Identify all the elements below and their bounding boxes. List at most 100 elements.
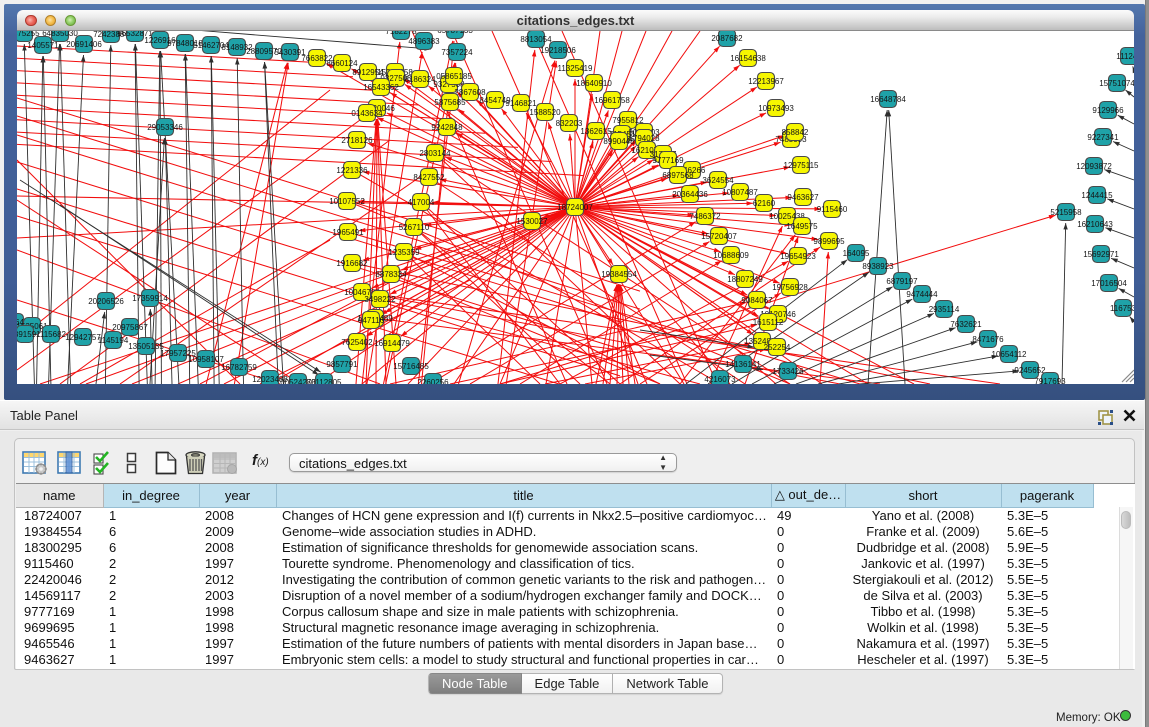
svg-text:7917693: 7917693 — [1034, 377, 1066, 384]
svg-text:1530027: 1530027 — [516, 217, 548, 226]
svg-text:29053346: 29053346 — [147, 123, 183, 132]
svg-text:15720407: 15720407 — [701, 232, 737, 241]
svg-text:832203: 832203 — [556, 119, 583, 128]
svg-text:15692971: 15692971 — [1083, 250, 1119, 259]
svg-text:8813054: 8813054 — [520, 35, 552, 44]
svg-text:1588520: 1588520 — [529, 108, 561, 117]
svg-text:1115682: 1115682 — [36, 330, 67, 339]
svg-text:17016504: 17016504 — [1091, 279, 1127, 288]
svg-text:8471676: 8471676 — [972, 335, 1004, 344]
svg-text:3498222: 3498222 — [364, 295, 396, 304]
svg-text:65787133: 65787133 — [437, 31, 473, 35]
svg-text:9084067: 9084067 — [741, 296, 773, 305]
svg-text:9146821: 9146821 — [505, 99, 537, 108]
svg-text:1916682: 1916682 — [336, 259, 368, 268]
svg-text:10958107: 10958107 — [188, 355, 224, 364]
svg-text:80112805: 80112805 — [307, 378, 343, 384]
svg-text:12213967: 12213967 — [748, 77, 784, 86]
svg-text:9242848: 9242848 — [431, 123, 463, 132]
svg-text:20691406: 20691406 — [66, 40, 102, 49]
svg-text:8660124: 8660124 — [326, 59, 358, 68]
svg-text:20975867: 20975867 — [112, 323, 148, 332]
svg-text:1221336: 1221336 — [336, 166, 368, 175]
svg-text:8878334: 8878334 — [375, 270, 407, 279]
svg-text:39159: 39159 — [17, 330, 37, 339]
svg-text:16648784: 16648784 — [870, 95, 906, 104]
svg-text:2935114: 2935114 — [929, 305, 960, 314]
svg-text:9463627: 9463627 — [787, 193, 819, 202]
svg-text:4896383: 4896383 — [408, 37, 440, 46]
svg-text:16543362: 16543362 — [363, 83, 399, 92]
svg-text:20364436: 20364436 — [672, 190, 708, 199]
svg-text:252254: 252254 — [764, 343, 791, 352]
svg-text:116753: 116753 — [1110, 304, 1134, 313]
svg-text:19654923: 19654923 — [780, 252, 816, 261]
svg-text:9857791: 9857791 — [326, 360, 358, 369]
svg-text:10688609: 10688609 — [713, 251, 749, 260]
svg-text:1244415: 1244415 — [1081, 191, 1113, 200]
svg-text:1615112: 1615112 — [753, 318, 784, 327]
svg-text:10654112: 10654112 — [992, 350, 1028, 359]
svg-text:7632621: 7632621 — [950, 320, 982, 329]
svg-text:16961758: 16961758 — [594, 96, 630, 105]
svg-text:14136141: 14136141 — [725, 360, 761, 369]
svg-text:05865185: 05865185 — [436, 72, 472, 81]
svg-text:3624554: 3624554 — [702, 176, 734, 185]
svg-text:8938923: 8938923 — [862, 262, 894, 271]
svg-text:2718126: 2718126 — [341, 136, 373, 145]
svg-text:9227341: 9227341 — [1087, 133, 1119, 142]
svg-text:19756928: 19756928 — [772, 283, 808, 292]
svg-text:8186324: 8186324 — [404, 75, 436, 84]
svg-text:9777169: 9777169 — [652, 156, 684, 165]
svg-text:6879197: 6879197 — [886, 277, 918, 286]
svg-text:12942757: 12942757 — [65, 333, 101, 342]
svg-text:1405571: 1405571 — [27, 41, 59, 50]
svg-text:10973493: 10973493 — [758, 104, 794, 113]
svg-text:111243: 111243 — [1116, 52, 1134, 61]
svg-text:20206526: 20206526 — [88, 297, 124, 306]
svg-text:64835030: 64835030 — [42, 31, 78, 38]
svg-text:17359914: 17359914 — [132, 294, 168, 303]
svg-text:7625402: 7625402 — [341, 338, 373, 347]
svg-text:9129966: 9129966 — [1092, 106, 1124, 115]
svg-text:1965491: 1965491 — [332, 228, 364, 237]
svg-text:13505135: 13505135 — [128, 342, 164, 351]
svg-text:12975115: 12975115 — [784, 161, 820, 170]
svg-text:10107552: 10107552 — [329, 197, 365, 206]
svg-text:1362615: 1362615 — [580, 127, 612, 136]
svg-text:1235359: 1235359 — [388, 248, 420, 257]
svg-text:16914479: 16914479 — [374, 339, 410, 348]
svg-text:5215958: 5215958 — [1050, 208, 1082, 217]
svg-text:1733426: 1733426 — [772, 367, 804, 376]
svg-text:7357224: 7357224 — [441, 48, 473, 57]
svg-text:2803144: 2803144 — [419, 149, 451, 158]
svg-text:10807487: 10807487 — [722, 188, 758, 197]
svg-text:5267110: 5267110 — [399, 223, 430, 232]
svg-text:18724007: 18724007 — [557, 203, 593, 212]
svg-text:4216073: 4216073 — [704, 375, 736, 384]
svg-text:12093872: 12093872 — [1076, 162, 1112, 171]
svg-text:6897568: 6897568 — [662, 171, 694, 180]
svg-text:16782759: 16782759 — [221, 363, 257, 372]
svg-text:15716485: 15716485 — [393, 362, 429, 371]
svg-text:5875685: 5875685 — [434, 98, 466, 107]
svg-text:9115460: 9115460 — [817, 205, 848, 214]
svg-text:18807249: 18807249 — [727, 275, 763, 284]
svg-text:19384554: 19384554 — [601, 270, 637, 279]
svg-text:047116: 047116 — [358, 316, 385, 325]
svg-text:62160: 62160 — [753, 199, 776, 208]
svg-text:0143634: 0143634 — [351, 109, 383, 118]
svg-text:164095: 164095 — [843, 249, 870, 258]
svg-text:15751074: 15751074 — [1099, 79, 1134, 88]
svg-text:9899695: 9899695 — [813, 237, 845, 246]
svg-text:1145194: 1145194 — [98, 336, 129, 345]
svg-text:858842: 858842 — [782, 128, 809, 137]
svg-text:2087682: 2087682 — [711, 34, 743, 43]
svg-text:16154638: 16154638 — [730, 54, 766, 63]
svg-text:9245652: 9245652 — [1014, 366, 1046, 375]
svg-text:11325419: 11325419 — [558, 64, 594, 73]
svg-text:1649575: 1649575 — [786, 222, 818, 231]
svg-text:19218506: 19218506 — [540, 46, 576, 55]
svg-text:7486372: 7486372 — [689, 212, 721, 221]
svg-text:417004: 417004 — [408, 198, 435, 207]
